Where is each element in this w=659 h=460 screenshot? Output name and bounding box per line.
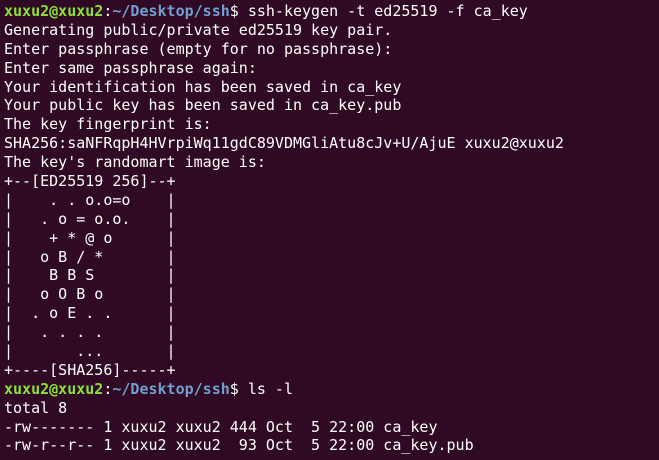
- prompt-path: ~/Desktop/ssh: [112, 379, 230, 398]
- output-line: Enter same passphrase again:: [4, 58, 257, 77]
- output-line: Your public key has been saved in ca_key…: [4, 96, 402, 115]
- randomart-line: | B B S |: [4, 266, 176, 285]
- randomart-line: +----[SHA256]-----+: [4, 360, 176, 379]
- output-line: The key's randomart image is:: [4, 153, 266, 172]
- terminal-window[interactable]: xuxu2@xuxu2:~/Desktop/ssh$ ssh-keygen -t…: [0, 0, 659, 460]
- randomart-line: +--[ED25519 256]--+: [4, 172, 176, 191]
- fingerprint-line: SHA256:saNFRqpH4HVrpiWq11gdC89VDMGliAtu8…: [4, 134, 564, 153]
- prompt-line: xuxu2@xuxu2:~/Desktop/ssh$ ls -l: [4, 380, 659, 399]
- file-listing-line: -rw-r--r-- 1 xuxu2 xuxu2 93 Oct 5 22:00 …: [4, 436, 474, 455]
- command-text: ssh-keygen -t ed25519 -f ca_key: [247, 2, 528, 20]
- randomart-line: | o O B o |: [4, 285, 176, 304]
- randomart-line: | o B / * |: [4, 247, 176, 266]
- output-line: The key fingerprint is:: [4, 115, 212, 134]
- randomart-line: | . . . . |: [4, 323, 176, 342]
- randomart-line: | . o E . . |: [4, 304, 176, 323]
- output-line: total 8: [4, 398, 68, 417]
- randomart-line: | . o = o.o. |: [4, 209, 176, 228]
- randomart-line: | + * @ o |: [4, 228, 176, 247]
- randomart-line: | . . o.o=o |: [4, 190, 176, 209]
- output-line: Generating public/private ed25519 key pa…: [4, 20, 393, 39]
- output-line: Enter passphrase (empty for no passphras…: [4, 39, 393, 58]
- prompt-line: xuxu2@xuxu2:~/Desktop/ssh$ ssh-keygen -t…: [4, 2, 659, 21]
- prompt-symbol: $: [229, 379, 248, 398]
- output-line: Your identification has been saved in ca…: [4, 77, 402, 96]
- file-listing-line: -rw------- 1 xuxu2 xuxu2 444 Oct 5 22:00…: [4, 417, 438, 436]
- prompt-path: ~/Desktop/ssh: [112, 2, 230, 20]
- prompt-symbol: $: [229, 2, 248, 20]
- command-text: ls -l: [247, 379, 293, 398]
- randomart-line: | ... |: [4, 342, 176, 361]
- prompt-user: xuxu2@xuxu2: [4, 2, 104, 20]
- prompt-user: xuxu2@xuxu2: [4, 379, 104, 398]
